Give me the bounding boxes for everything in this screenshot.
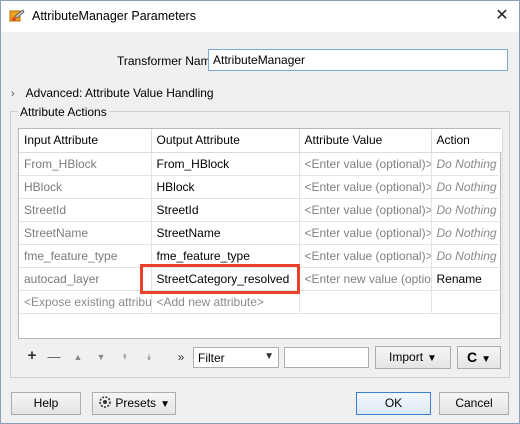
app-icon bbox=[9, 9, 25, 22]
refresh-button[interactable]: C ▼ bbox=[457, 346, 501, 369]
output-attribute-cell[interactable]: HBlock bbox=[151, 175, 300, 199]
presets-button[interactable]: Presets ▼ bbox=[92, 392, 176, 415]
output-attribute-cell[interactable]: StreetCategory_resolved bbox=[151, 267, 300, 291]
attribute-value-cell[interactable]: <Enter value (optional)> bbox=[299, 152, 432, 176]
chevron-down-icon: ▼ bbox=[264, 351, 274, 362]
cancel-button[interactable]: Cancel bbox=[439, 392, 509, 415]
action-cell[interactable]: Rename bbox=[431, 267, 503, 291]
action-cell[interactable]: Do Nothing bbox=[431, 198, 503, 222]
add-row-button[interactable]: + bbox=[23, 347, 41, 364]
action-cell[interactable]: Do Nothing bbox=[431, 221, 503, 245]
action-cell[interactable]: Do Nothing bbox=[431, 175, 503, 199]
move-bottom-button[interactable]: ⯯ bbox=[140, 352, 158, 363]
column-header-output[interactable]: Output Attribute bbox=[151, 129, 300, 153]
filter-input[interactable] bbox=[284, 347, 369, 368]
action-cell[interactable]: Do Nothing bbox=[431, 244, 503, 268]
table-row[interactable]: HBlock HBlock <Enter value (optional)> D… bbox=[19, 175, 503, 199]
column-header-input[interactable]: Input Attribute bbox=[19, 129, 152, 153]
add-attribute-cell[interactable]: <Add new attribute> bbox=[151, 290, 300, 314]
chevron-down-icon: ▼ bbox=[481, 354, 492, 365]
dialog-window: AttributeManager Parameters ✕ Transforme… bbox=[0, 0, 520, 424]
column-header-action[interactable]: Action bbox=[431, 129, 503, 153]
input-attribute-cell[interactable]: autocad_layer bbox=[19, 267, 152, 291]
output-attribute-cell[interactable]: StreetId bbox=[151, 198, 300, 222]
close-button[interactable]: ✕ bbox=[491, 5, 513, 27]
table-row[interactable]: StreetName StreetName <Enter value (opti… bbox=[19, 221, 503, 245]
attribute-value-cell[interactable]: <Enter value (optional)> bbox=[299, 198, 432, 222]
remove-row-button[interactable]: — bbox=[45, 349, 63, 364]
filter-select-value: Filter bbox=[198, 351, 225, 365]
table-row[interactable]: fme_feature_type fme_feature_type <Enter… bbox=[19, 244, 503, 268]
presets-label: Presets bbox=[115, 396, 157, 410]
help-button[interactable]: Help bbox=[11, 392, 81, 415]
column-header-value[interactable]: Attribute Value bbox=[299, 129, 432, 153]
chevron-down-icon: ▼ bbox=[427, 353, 437, 364]
move-top-button[interactable]: ⯭ bbox=[116, 352, 134, 363]
transformer-name-input[interactable]: AttributeManager bbox=[208, 49, 508, 71]
input-attribute-cell[interactable]: From_HBlock bbox=[19, 152, 152, 176]
more-button[interactable]: » bbox=[172, 350, 190, 364]
ok-button[interactable]: OK bbox=[356, 392, 431, 415]
import-button-label: Import bbox=[389, 350, 424, 364]
advanced-section-toggle[interactable]: › Advanced: Attribute Value Handling bbox=[11, 86, 214, 100]
advanced-section-label: Advanced: Attribute Value Handling bbox=[25, 86, 214, 100]
chevron-down-icon: ▼ bbox=[160, 399, 170, 410]
window-title: AttributeManager Parameters bbox=[32, 9, 196, 23]
attribute-table: Input Attribute Output Attribute Attribu… bbox=[18, 128, 503, 339]
empty-cell bbox=[299, 290, 432, 314]
empty-cell bbox=[431, 290, 503, 314]
table-header-row: Input Attribute Output Attribute Attribu… bbox=[19, 129, 503, 153]
title-bar: AttributeManager Parameters ✕ bbox=[1, 1, 519, 32]
table-footer-row[interactable]: <Expose existing attribute> <Add new att… bbox=[19, 290, 503, 314]
refresh-icon: C bbox=[466, 349, 478, 365]
output-attribute-cell[interactable]: From_HBlock bbox=[151, 152, 300, 176]
import-button[interactable]: Import ▼ bbox=[375, 346, 451, 369]
transformer-name-label: Transformer Name: bbox=[117, 54, 221, 68]
action-cell[interactable]: Do Nothing bbox=[431, 152, 503, 176]
presets-gear-icon bbox=[99, 396, 111, 408]
output-attribute-cell[interactable]: fme_feature_type bbox=[151, 244, 300, 268]
table-row[interactable]: StreetId StreetId <Enter value (optional… bbox=[19, 198, 503, 222]
filter-select[interactable]: Filter ▼ bbox=[193, 347, 279, 368]
attribute-value-cell[interactable]: <Enter new value (optional)> bbox=[299, 267, 432, 291]
input-attribute-cell[interactable]: StreetId bbox=[19, 198, 152, 222]
attribute-value-cell[interactable]: <Enter value (optional)> bbox=[299, 244, 432, 268]
attribute-actions-label: Attribute Actions bbox=[18, 105, 109, 119]
expose-attribute-cell[interactable]: <Expose existing attribute> bbox=[19, 290, 152, 314]
table-row[interactable]: From_HBlock From_HBlock <Enter value (op… bbox=[19, 152, 503, 176]
move-up-button[interactable]: ▲ bbox=[69, 352, 87, 362]
move-down-button[interactable]: ▼ bbox=[92, 352, 110, 362]
output-attribute-cell[interactable]: StreetName bbox=[151, 221, 300, 245]
input-attribute-cell[interactable]: fme_feature_type bbox=[19, 244, 152, 268]
input-attribute-cell[interactable]: HBlock bbox=[19, 175, 152, 199]
attribute-value-cell[interactable]: <Enter value (optional)> bbox=[299, 221, 432, 245]
chevron-right-icon: › bbox=[11, 88, 15, 100]
input-attribute-cell[interactable]: StreetName bbox=[19, 221, 152, 245]
table-row[interactable]: autocad_layer StreetCategory_resolved <E… bbox=[19, 267, 503, 291]
attribute-value-cell[interactable]: <Enter value (optional)> bbox=[299, 175, 432, 199]
